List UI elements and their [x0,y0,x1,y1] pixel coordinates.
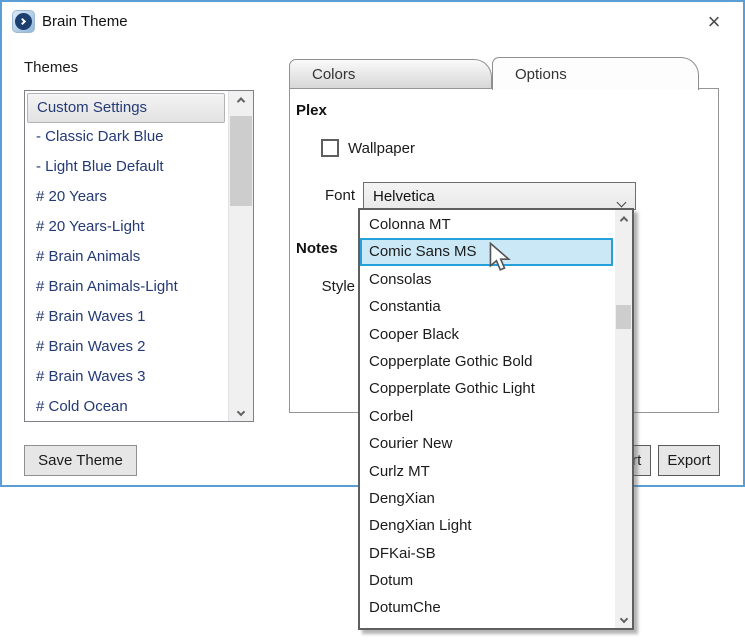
themes-label: Themes [24,59,78,76]
font-option[interactable]: DengXian [360,485,613,512]
themes-listbox: Custom Settings- Classic Dark Blue- Ligh… [24,90,254,422]
font-option[interactable]: DengXian Light [360,512,613,539]
font-option[interactable]: Copperplate Gothic Bold [360,348,613,375]
font-option[interactable]: Courier New [360,430,613,457]
font-option[interactable]: Curlz MT [360,458,613,485]
scrollbar-thumb[interactable] [616,305,631,329]
theme-list-item[interactable]: - Classic Dark Blue [25,123,227,153]
font-option[interactable]: Copperplate Gothic Light [360,375,613,402]
theme-list-item[interactable]: # 20 Years-Light [25,213,227,243]
themes-list: Custom Settings- Classic Dark Blue- Ligh… [25,91,227,421]
theme-list-item[interactable]: # Brain Animals-Light [25,273,227,303]
plex-group-label: Plex [296,102,327,119]
themes-scrollbar[interactable] [228,91,253,421]
theme-list-item[interactable]: # Cold Ocean [25,393,227,422]
tab-colors[interactable]: Colors [289,59,492,89]
font-combobox[interactable]: Helvetica [363,182,636,210]
font-option[interactable]: Dotum [360,567,613,594]
font-option[interactable]: Consolas [360,266,613,293]
scroll-up-icon[interactable] [229,91,253,109]
save-theme-button[interactable]: Save Theme [24,445,137,476]
export-button[interactable]: Export [658,445,720,476]
app-icon [12,10,35,33]
font-dropdown-list: Colonna MTComic Sans MSConsolasConstanti… [360,211,613,628]
theme-list-item[interactable]: # 20 Years [25,183,227,213]
theme-list-item[interactable]: - Light Blue Default [25,153,227,183]
font-option[interactable]: DFKai-SB [360,540,613,567]
theme-list-item[interactable]: # Brain Waves 3 [25,363,227,393]
dropdown-scrollbar[interactable] [615,210,632,628]
font-option[interactable]: Comic Sans MS [360,238,613,265]
font-label: Font [290,187,355,204]
theme-list-item[interactable]: Custom Settings [27,93,225,123]
font-option[interactable]: Ebrima [360,622,613,628]
wallpaper-checkbox-label[interactable]: Wallpaper [348,140,415,157]
window-title: Brain Theme [42,13,128,30]
scrollbar-thumb[interactable] [230,116,252,206]
screen: Brain Theme × Themes Custom Settings- Cl… [0,0,745,644]
font-option[interactable]: DotumChe [360,594,613,621]
title-bar: Brain Theme × [2,2,743,42]
theme-list-item[interactable]: # Brain Animals [25,243,227,273]
font-option[interactable]: Corbel [360,403,613,430]
tab-options[interactable]: Options [492,57,699,90]
scroll-down-icon[interactable] [615,610,632,628]
scroll-down-icon[interactable] [229,403,253,421]
style-label: Style [290,278,355,295]
theme-list-item[interactable]: # Brain Waves 1 [25,303,227,333]
font-option[interactable]: Cooper Black [360,321,613,348]
theme-list-item[interactable]: # Brain Waves 2 [25,333,227,363]
mouse-cursor-icon [489,242,511,277]
wallpaper-checkbox[interactable] [321,139,339,157]
close-icon[interactable]: × [699,8,729,38]
font-combobox-value: Helvetica [373,188,435,205]
font-option[interactable]: Colonna MT [360,211,613,238]
font-option[interactable]: Constantia [360,293,613,320]
scroll-up-icon[interactable] [615,210,632,228]
notes-group-label: Notes [296,240,338,257]
